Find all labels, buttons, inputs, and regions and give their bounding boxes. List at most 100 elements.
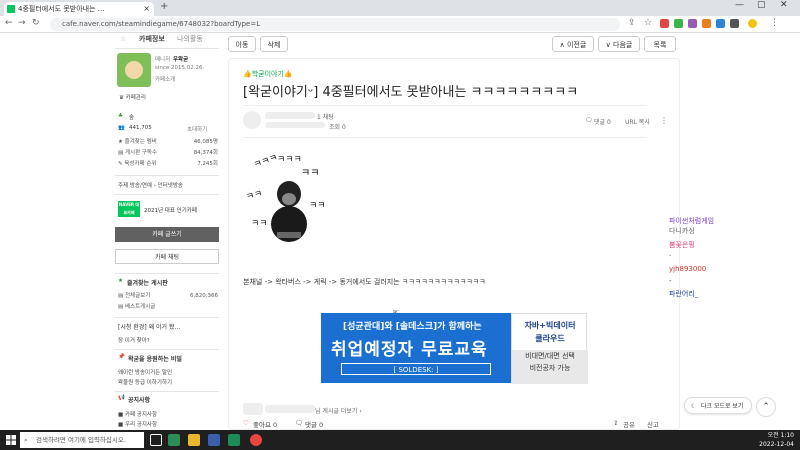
section-heading[interactable]: [시청 환경] 왜 이거 봤...: [118, 322, 180, 331]
app-icon[interactable]: [168, 434, 180, 446]
divider: [115, 349, 219, 350]
board-link[interactable]: ▤ 베스트게시글: [118, 303, 218, 311]
ad-brand: [ SOLDESK: ]: [341, 363, 491, 375]
notice-item[interactable]: ■ 카페 공지사항: [118, 410, 157, 418]
write-post-button[interactable]: 카페 글쓰기: [115, 227, 219, 242]
extension-icon[interactable]: [730, 19, 739, 28]
list-button[interactable]: 목록: [644, 36, 676, 52]
new-tab-button[interactable]: +: [160, 1, 168, 12]
chat-username: ·: [669, 252, 672, 260]
taskbar-search-input[interactable]: ⌕ 검색하려면 여기에 입력하십시오.: [20, 432, 144, 448]
move-button[interactable]: 이동: [228, 36, 256, 52]
author-avatar[interactable]: [243, 111, 261, 129]
manager-label: 매니저: [155, 57, 171, 63]
stat-label: ★ 즐겨찾는 멤버: [118, 139, 157, 145]
svg-text:ㅋㅋㅋ: ㅋㅋㅋ: [277, 155, 302, 165]
star-icon[interactable]: ☆: [120, 33, 126, 46]
section-item[interactable]: 장 이거 찾아?: [118, 336, 150, 344]
invite-link[interactable]: 초대하기: [187, 125, 207, 133]
ad-banner[interactable]: [성균관대]와 [솔데스크]가 함께하는 취업예정자 무료교육 [ SOLDES…: [321, 313, 588, 384]
section-item[interactable]: 왁물원 등급 이하기하기: [118, 378, 172, 386]
like-count[interactable]: 좋아요 0: [253, 419, 277, 429]
minimize-icon[interactable]: —: [735, 0, 744, 10]
board-label: 베스트게시글: [124, 304, 156, 310]
board-link[interactable]: ▤ 전체글보기 6,820,366: [118, 292, 218, 300]
meme-image: ㅋㅋㅋ ㅋㅋㅋ ㅋㅋ ㅋㅋ ㅋㅋ ㅋㅋ: [247, 154, 326, 242]
extension-icon[interactable]: [716, 19, 725, 28]
close-window-icon[interactable]: ✕: [780, 0, 788, 10]
ad-headline: [성균관대]와 [솔데스크]가 함께하는: [343, 322, 482, 332]
app-icon[interactable]: [228, 434, 240, 446]
chrome-icon[interactable]: [250, 434, 262, 446]
cafe-intro-link[interactable]: 카페소개: [155, 75, 175, 83]
more-options-icon[interactable]: ⋮: [660, 116, 668, 125]
url-copy-button[interactable]: URL 복사: [625, 117, 650, 126]
close-tab-icon[interactable]: ×: [143, 2, 150, 16]
svg-text:ㅋㅋ: ㅋㅋ: [301, 168, 319, 179]
member-count[interactable]: 441,705: [129, 125, 152, 131]
dark-mode-button[interactable]: ☾ 다크 모드로 보기: [684, 397, 752, 414]
share-button[interactable]: 공유: [623, 419, 635, 429]
reload-icon[interactable]: ↻: [32, 18, 40, 28]
app-icon[interactable]: [208, 434, 220, 446]
svg-text:ㅋㅋㅋ: ㅋㅋㅋ: [253, 154, 280, 171]
badge-text: 2021년 대표 인기카페: [144, 208, 197, 214]
extension-icon[interactable]: [688, 19, 697, 28]
section-heading: 왁굳을 응원하는 비밀: [128, 356, 182, 363]
moon-icon: ☾: [691, 403, 697, 410]
divider: [243, 105, 647, 106]
tab-my-activity[interactable]: 나의활동: [177, 33, 203, 46]
menu-dots-icon[interactable]: ⋮: [770, 18, 779, 28]
tab-cafe-info[interactable]: 카페정보: [139, 33, 165, 46]
file-explorer-icon[interactable]: [188, 434, 200, 446]
manager-name[interactable]: 우왁굳: [173, 55, 188, 63]
svg-text:ㅋㅋ: ㅋㅋ: [247, 189, 264, 203]
board-label: 전체글보기: [124, 293, 151, 299]
comment-icon: 🗨: [295, 419, 304, 427]
cafe-topic[interactable]: 주제 방송/연예 › 인터넷방송: [118, 181, 183, 189]
scroll-top-button[interactable]: ⌃: [756, 397, 776, 417]
cafe-chat-button[interactable]: 카페 채팅: [115, 249, 219, 264]
delete-button[interactable]: 삭제: [260, 36, 288, 52]
stat-value: 84,374회: [193, 150, 218, 156]
profile-avatar[interactable]: [748, 19, 757, 28]
address-bar-row: ← → ↻ cafe.naver.com/steamindiegame/6748…: [0, 16, 800, 33]
report-button[interactable]: 신고: [647, 419, 659, 429]
notice-icon: 📢: [118, 395, 125, 401]
board-count: 6,820,366: [190, 293, 218, 299]
svg-text:ㅋㅋ: ㅋㅋ: [309, 201, 326, 211]
stat-value: 7,245회: [197, 161, 218, 167]
url-input[interactable]: cafe.naver.com/steamindiegame/6748032?bo…: [50, 18, 620, 31]
back-icon[interactable]: ←: [5, 18, 13, 28]
notice-item[interactable]: ■ 우리 공지사항: [118, 420, 157, 428]
view-count: 조회 0: [329, 124, 346, 131]
maximize-icon[interactable]: ▢: [757, 0, 766, 10]
next-post-button[interactable]: ∨ 다음글: [598, 36, 640, 52]
windows-start-icon[interactable]: [6, 435, 16, 445]
task-view-icon[interactable]: [150, 434, 162, 446]
chat-username: 다니카싱: [669, 227, 695, 235]
section-item[interactable]: 왜이런 방송이거든 말인: [118, 368, 172, 376]
clock[interactable]: 오전 1:10 2022-12-04: [759, 431, 794, 449]
heart-icon[interactable]: ♡: [243, 419, 249, 427]
cafe-manage-link[interactable]: ♛ 카페관리: [119, 93, 146, 101]
prev-post-button[interactable]: ∧ 이전글: [552, 36, 594, 52]
naver-badge: NAVER 대표카페: [118, 201, 140, 217]
extension-icon[interactable]: [674, 19, 683, 28]
comment-count[interactable]: 댓글 0: [305, 419, 323, 429]
extension-icon[interactable]: [702, 19, 711, 28]
search-placeholder: 검색하려면 여기에 입력하십시오.: [36, 436, 126, 444]
browser-tab[interactable]: 4중필터에서도 못받아내는 ... ×: [4, 2, 154, 16]
article-area: 이동 삭제 ∧ 이전글 ∨ 다음글 목록 👍학굳이야기👍 [왁굳이야기ᵕ] 4중…: [228, 33, 680, 430]
board-name-link[interactable]: 👍학굳이야기👍: [243, 69, 293, 79]
author-more-link[interactable]: 님 게시글 더보기 ›: [315, 406, 362, 415]
ad-main-text: 취업예정자 무료교육: [331, 340, 488, 360]
ad-left-panel: [성균관대]와 [솔데스크]가 함께하는 취업예정자 무료교육 [ SOLDES…: [321, 313, 511, 383]
share-page-icon[interactable]: ⇪: [628, 18, 636, 28]
comment-count-top[interactable]: 댓글 0: [594, 117, 611, 126]
extension-icon[interactable]: [660, 19, 669, 28]
forward-icon[interactable]: →: [18, 18, 26, 28]
stat-value: 46,085명: [193, 139, 218, 145]
author-name[interactable]: [265, 112, 315, 119]
bookmark-star-icon[interactable]: ☆: [644, 18, 652, 28]
